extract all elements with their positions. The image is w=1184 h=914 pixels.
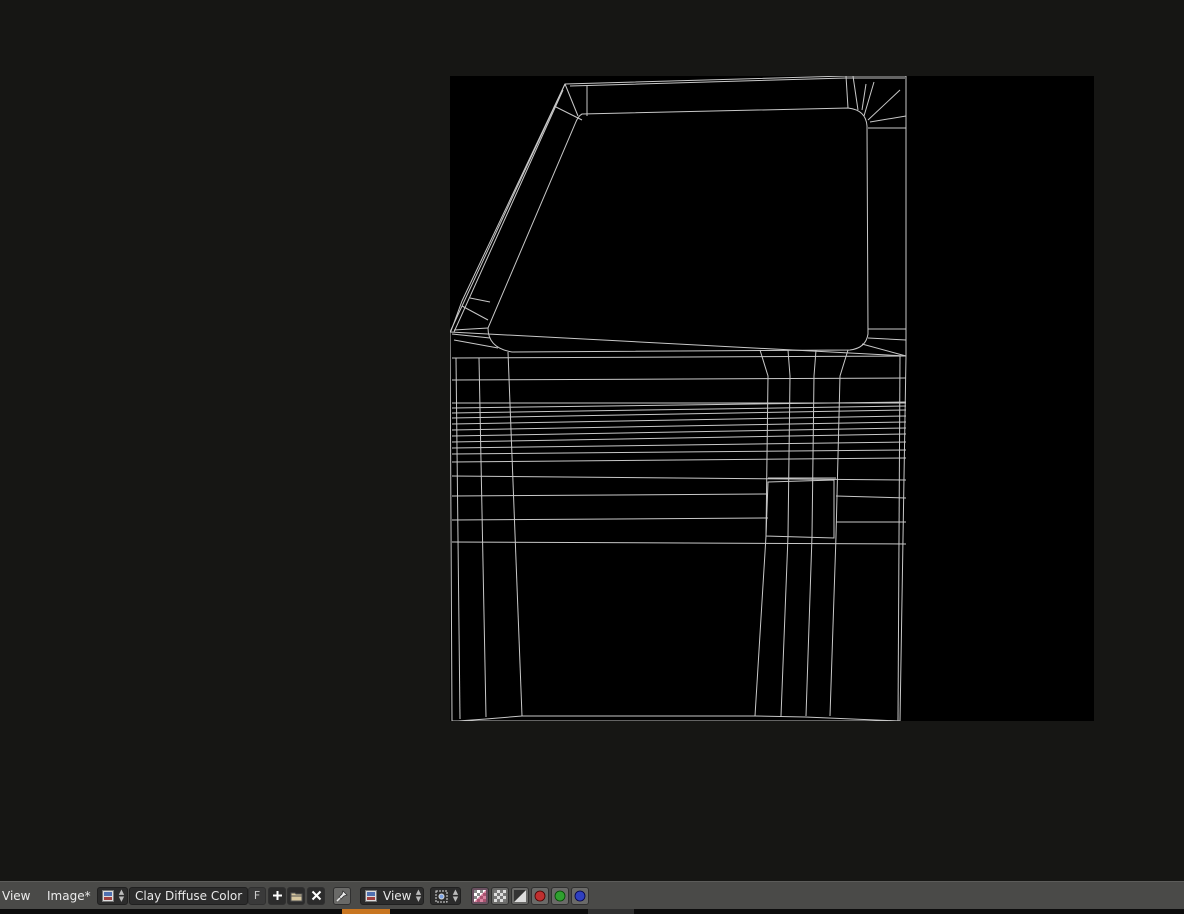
checker-icon — [494, 890, 506, 902]
unlink-image-button[interactable] — [307, 887, 325, 905]
display-color-alpha-button[interactable] — [471, 887, 489, 905]
view-mode-icon — [365, 890, 377, 902]
image-browse-icon — [102, 890, 114, 902]
timeline-strip — [0, 909, 1184, 914]
open-image-button[interactable] — [287, 887, 305, 905]
pin-icon — [336, 890, 348, 902]
display-alpha-button[interactable] — [491, 887, 509, 905]
image-browse-dropdown[interactable]: ▲ ▼ — [97, 887, 128, 905]
image-canvas[interactable] — [450, 76, 1094, 721]
image-name-text: Clay Diffuse Color — [135, 889, 243, 903]
mode-text: View — [383, 889, 412, 903]
color-alpha-icon — [474, 890, 486, 902]
channel-blue-button[interactable] — [571, 887, 589, 905]
pivot-dropdown[interactable]: ▲ ▼ — [430, 887, 461, 905]
timeline-active-segment — [342, 909, 390, 914]
new-image-button[interactable] — [268, 887, 286, 905]
uv-wireframe — [450, 76, 907, 721]
folder-open-icon — [290, 892, 303, 902]
close-icon — [311, 890, 322, 901]
pin-button[interactable] — [333, 887, 351, 905]
image-editor-header: View Image* ▲ ▼ Clay Diffuse Color F Vie… — [0, 881, 1184, 909]
view-menu[interactable]: View — [2, 882, 30, 910]
timeline-segment — [588, 909, 634, 914]
green-channel-icon — [554, 890, 566, 902]
blue-channel-icon — [574, 890, 586, 902]
mode-dropdown[interactable]: View ▲ ▼ — [360, 887, 424, 905]
display-z-button[interactable] — [511, 887, 529, 905]
image-name-field[interactable]: Clay Diffuse Color — [129, 887, 248, 905]
image-menu[interactable]: Image* — [47, 882, 91, 910]
plus-icon — [273, 891, 282, 900]
channel-red-button[interactable] — [531, 887, 549, 905]
fake-user-button[interactable]: F — [248, 887, 266, 905]
channel-green-button[interactable] — [551, 887, 569, 905]
image-editor-viewport[interactable] — [0, 0, 1184, 881]
z-buffer-icon — [514, 890, 526, 902]
red-channel-icon — [534, 890, 546, 902]
pivot-icon — [435, 890, 448, 903]
